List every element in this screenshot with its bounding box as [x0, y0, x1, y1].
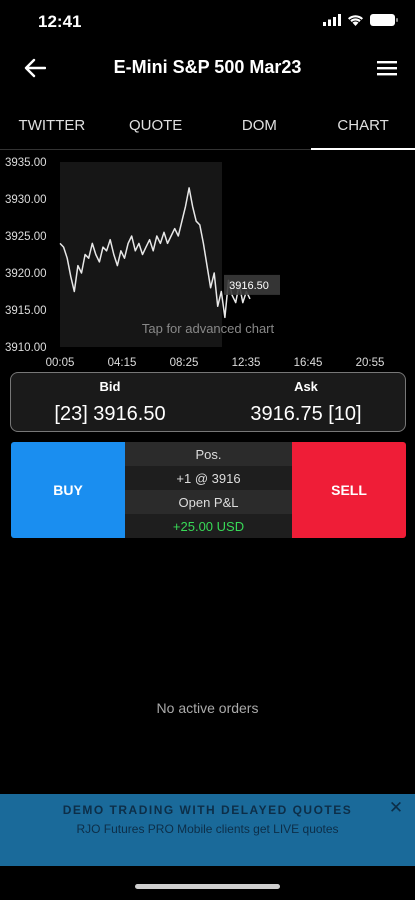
last-price-label: 3916.50: [229, 280, 269, 292]
signal-icon: [323, 14, 341, 26]
x-tick-label: 12:35: [232, 357, 261, 369]
y-tick-label: 3915.00: [5, 305, 47, 317]
menu-button[interactable]: [375, 56, 399, 80]
y-tick-label: 3920.00: [5, 268, 47, 280]
chart-plot-background: [60, 162, 222, 347]
demo-banner-title: DEMO TRADING WITH DELAYED QUOTES: [62, 803, 353, 817]
ask-label: Ask: [294, 379, 318, 394]
x-tick-label: 04:15: [108, 357, 137, 369]
demo-banner: DEMO TRADING WITH DELAYED QUOTES RJO Fut…: [0, 794, 415, 866]
y-tick-label: 3925.00: [5, 231, 47, 243]
advanced-chart-hint: Tap for advanced chart: [142, 321, 275, 336]
tab-dom[interactable]: DOM: [208, 104, 312, 149]
position-panel: Pos. +1 @ 3916 Open P&L +25.00 USD: [125, 442, 292, 538]
nav-bar: E-Mini S&P 500 Mar23: [0, 44, 415, 92]
demo-banner-subtitle: RJO Futures PRO Mobile clients get LIVE …: [76, 822, 339, 836]
wifi-icon: [348, 15, 363, 26]
tab-bar: TWITTER QUOTE DOM CHART: [0, 104, 415, 150]
status-time: 12:41: [38, 12, 82, 31]
bid-ask-panel: Bid Ask [23] 3916.50 3916.75 [10]: [10, 372, 406, 432]
x-tick-label: 00:05: [46, 357, 75, 369]
status-icons: [323, 14, 398, 26]
sell-button[interactable]: SELL: [292, 442, 406, 538]
y-tick-label: 3910.00: [5, 342, 47, 354]
position-label: Pos.: [125, 442, 292, 466]
tab-twitter[interactable]: TWITTER: [0, 104, 104, 149]
trade-panel: BUY Pos. +1 @ 3916 Open P&L +25.00 USD S…: [11, 442, 406, 538]
hamburger-menu-icon: [377, 61, 397, 76]
x-tick-label: 16:45: [294, 357, 323, 369]
ask-value: 3916.75 [10]: [250, 403, 362, 425]
price-chart[interactable]: 3935.00 3930.00 3925.00 3920.00 3915.00 3910.…: [0, 150, 415, 372]
tab-quote[interactable]: QUOTE: [104, 104, 208, 149]
x-tick-label: 08:25: [170, 357, 199, 369]
bid-value: [23] 3916.50: [54, 403, 166, 425]
position-value: +1 @ 3916: [125, 466, 292, 490]
status-bar: 12:41: [0, 0, 415, 44]
battery-icon: [370, 14, 398, 26]
chart-svg[interactable]: 3935.00 3930.00 3925.00 3920.00 3915.00 3910.…: [0, 150, 415, 372]
tab-chart[interactable]: CHART: [311, 104, 415, 150]
close-icon[interactable]: ✕: [387, 799, 405, 817]
home-indicator: [135, 884, 280, 889]
bid-label: Bid: [99, 379, 121, 394]
y-tick-label: 3935.00: [5, 157, 47, 169]
buy-button[interactable]: BUY: [11, 442, 125, 538]
x-tick-label: 20:55: [356, 357, 385, 369]
y-tick-label: 3930.00: [5, 194, 47, 206]
page-title: E-Mini S&P 500 Mar23: [113, 57, 302, 77]
no-orders-message: No active orders: [156, 700, 259, 716]
open-pnl-value: +25.00 USD: [125, 514, 292, 538]
open-pnl-label: Open P&L: [125, 490, 292, 514]
